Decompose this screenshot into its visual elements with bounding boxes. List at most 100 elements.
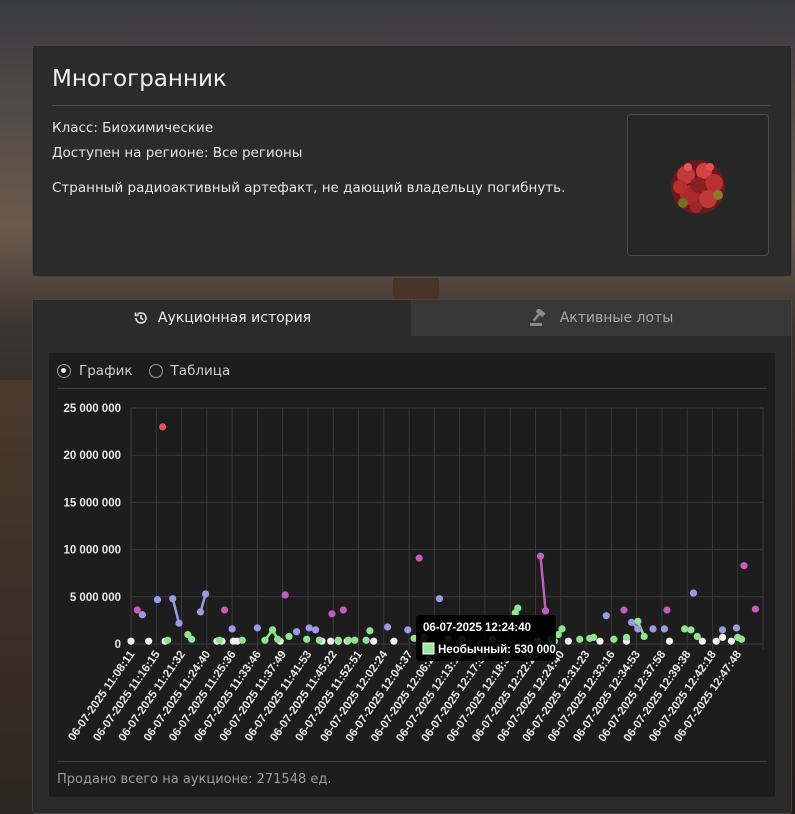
data-point-green (687, 626, 695, 634)
y-tick-label: 15 000 000 (63, 497, 121, 509)
data-point-green (315, 636, 323, 644)
data-point-blue (175, 619, 183, 627)
data-point-blue (196, 608, 205, 616)
data-point-green (261, 636, 269, 644)
gavel-icon (529, 309, 545, 326)
data-point-purple (281, 591, 289, 599)
data-point-purple (536, 552, 545, 560)
data-point-white (327, 637, 335, 645)
data-point-purple (541, 607, 550, 615)
background-tower (393, 278, 439, 300)
data-point-blue (383, 623, 392, 631)
item-image (627, 114, 769, 256)
data-point-green (693, 632, 701, 641)
data-point-blue (660, 625, 669, 633)
data-point-white (727, 637, 736, 645)
data-point-white (145, 637, 153, 645)
data-point-blue (153, 596, 162, 604)
data-point-blue (627, 618, 636, 626)
tab-auction-history-label: Аукционная история (157, 310, 312, 326)
item-description: Странный радиоактивный артефакт, не дающ… (52, 180, 566, 196)
series-line (171, 598, 181, 624)
data-point-green (576, 635, 584, 643)
data-point-purple (751, 605, 760, 613)
data-point-green (334, 636, 342, 644)
data-point-green (640, 632, 648, 641)
sold-total: Продано всего на аукционе: 271548 ед. (57, 772, 332, 787)
chart-panel: График Таблица 05 000 000 10 000 000 15 00… (49, 353, 775, 797)
item-class: Класс: Биохимические (52, 120, 214, 136)
data-point-green (303, 635, 311, 643)
data-point-white (712, 637, 720, 645)
history-icon (134, 312, 147, 324)
data-point-green (188, 635, 196, 643)
data-point-purple (620, 606, 628, 614)
item-region: Доступен на регионе: Все регионы (52, 145, 303, 161)
data-point-purple (663, 606, 671, 614)
data-point-red (159, 423, 167, 431)
data-point-blue (689, 589, 698, 597)
data-point-green (681, 625, 689, 633)
data-point-green (590, 633, 598, 641)
data-point-blue (435, 595, 444, 603)
data-point-green (351, 636, 359, 644)
data-point-green (362, 636, 370, 644)
data-point-blue (311, 626, 320, 634)
data-point-green (215, 636, 224, 644)
tab-active-lots[interactable]: Активные лоты (411, 300, 791, 336)
data-point-white (390, 637, 398, 645)
data-point-purple (415, 554, 423, 562)
y-tick-label: 0 (115, 639, 121, 651)
data-point-blue (732, 624, 741, 632)
item-title: Многогранник (52, 66, 227, 92)
item-info-card: Многогранник Класс: Биохимические Доступ… (32, 45, 792, 277)
data-point-purple (220, 606, 229, 614)
data-point-blue (634, 625, 642, 633)
data-point-blue (404, 626, 412, 634)
data-point-purple (339, 606, 347, 614)
data-point-blue (228, 625, 236, 633)
data-point-green (285, 632, 293, 641)
data-point-green (274, 635, 282, 643)
data-point-blue (305, 624, 313, 632)
data-point-green (344, 636, 353, 644)
data-point-green (634, 617, 642, 625)
data-point-purple (740, 562, 748, 570)
data-point-blue (649, 625, 657, 633)
data-point-green (268, 626, 277, 634)
series-line (539, 556, 547, 612)
data-point-green (164, 636, 172, 644)
data-point-white (665, 637, 674, 645)
data-point-white (596, 637, 604, 645)
background-hill (0, 380, 32, 814)
tooltip-time: 06-07-2025 12:24:40 (423, 622, 531, 634)
data-point-green (610, 635, 618, 643)
data-point-purple (133, 606, 141, 614)
title-divider (52, 105, 770, 106)
y-tick-label: 20 000 000 (63, 450, 121, 462)
tab-active-lots-label: Активные лоты (559, 310, 674, 326)
tab-auction-history[interactable]: Аукционная история (33, 300, 411, 336)
y-tick-label: 25 000 000 (63, 403, 121, 415)
tooltip-value: Необычный: 530 000 (438, 644, 556, 656)
data-point-purple (328, 610, 336, 618)
price-chart: 0 5 000 000 10 000 000 15 000 000 20 000 000… (63, 403, 764, 744)
y-tick-label: 5 000 000 (70, 592, 121, 604)
data-point-green (558, 625, 566, 633)
data-point-white (564, 637, 572, 645)
data-point-white (370, 637, 378, 645)
data-point-green (366, 627, 374, 635)
data-point-blue (253, 624, 261, 632)
data-point-white (718, 633, 727, 641)
data-point-white (127, 637, 135, 645)
data-point-green (622, 633, 631, 641)
y-tick-label: 10 000 000 (63, 545, 121, 557)
artifact-icon (671, 160, 725, 214)
tooltip-swatch (422, 642, 435, 655)
data-point-blue (169, 595, 177, 603)
auction-panel: Аукционная история Активные лоты График … (32, 299, 792, 814)
data-point-green (514, 604, 522, 612)
data-point-green (737, 635, 746, 643)
data-point-blue (718, 626, 727, 634)
data-point-blue (602, 612, 610, 620)
